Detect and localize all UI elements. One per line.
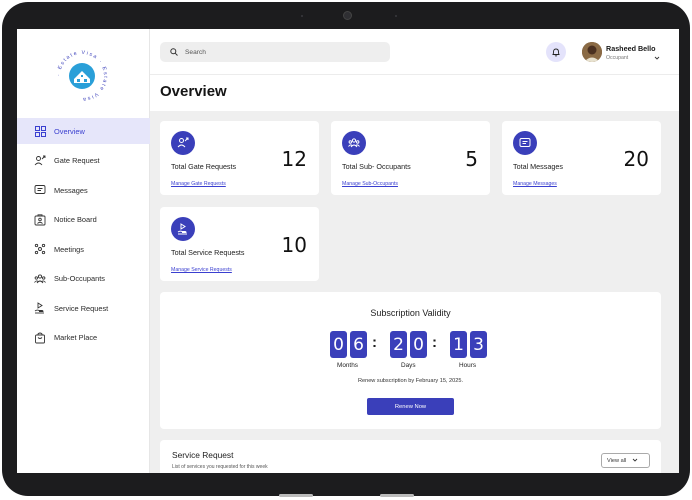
sidebar-item-label: Sub-Occupants	[54, 274, 105, 283]
section-subtitle: List of services you requested for this …	[172, 464, 268, 470]
manage-gate-requests-link[interactable]: Manage Gate Requests	[171, 181, 226, 187]
countdown-unit-months: Months	[337, 362, 358, 369]
service-icon	[171, 217, 195, 241]
chevron-down-icon	[632, 457, 638, 465]
renew-note: Renew subscription by February 15, 2025.	[357, 378, 464, 384]
sidebar: · Estate Visa · Estate Visa Overview Gat…	[17, 29, 150, 473]
service-icon	[34, 302, 46, 314]
sidebar-item-label: Gate Request	[54, 156, 100, 165]
user-name[interactable]: Rasheed Bello	[606, 44, 656, 53]
app-screen: · Estate Visa · Estate Visa Overview Gat…	[17, 29, 679, 473]
sensor-dot	[301, 15, 303, 17]
notification-bell-icon[interactable]	[546, 42, 566, 62]
sidebar-item-label: Market Place	[54, 333, 98, 342]
sidebar-nav: Overview Gate Request Messages Notice Bo…	[17, 118, 150, 354]
sidebar-item-label: Messages	[54, 185, 88, 195]
sidebar-item-label: Service Request	[54, 303, 109, 313]
group-icon	[342, 131, 366, 155]
subscription-title: Subscription Validity	[370, 308, 451, 318]
sidebar-item-messages[interactable]: Messages	[17, 177, 150, 203]
stat-card-service-requests: Total Service Requests Manage Service Re…	[160, 207, 319, 281]
shopping-bag-icon	[34, 332, 46, 344]
stat-title: Total Gate Requests	[171, 162, 237, 171]
manage-messages-link[interactable]: Manage Messages	[513, 181, 557, 187]
sidebar-item-meetings[interactable]: Meetings	[17, 236, 150, 262]
stat-value: 12	[281, 147, 307, 171]
search-input[interactable]: Search	[160, 42, 390, 62]
countdown-digit: 0	[330, 331, 347, 358]
subscription-validity-card: Subscription Validity 0 6 : 2 0 : 1 3 Mo…	[160, 292, 661, 429]
sidebar-item-label: Meetings	[54, 244, 84, 254]
countdown-digit: 2	[390, 331, 407, 358]
view-all-dropdown[interactable]: View all	[601, 453, 650, 468]
view-all-label: View all	[607, 457, 627, 464]
avatar[interactable]	[582, 42, 602, 62]
countdown-unit-days: Days	[401, 362, 416, 369]
tablet-device: · Estate Visa · Estate Visa Overview Gat…	[2, 2, 690, 496]
sidebar-item-market-place[interactable]: Market Place	[17, 325, 150, 351]
sidebar-item-sub-occupants[interactable]: Sub-Occupants	[17, 266, 150, 292]
sidebar-item-gate-request[interactable]: Gate Request	[17, 148, 150, 174]
search-icon	[170, 43, 178, 61]
countdown-digit: 1	[450, 331, 467, 358]
sensor-dot	[395, 15, 397, 17]
stat-title: Total Messages	[513, 162, 563, 171]
stat-value: 5	[465, 147, 478, 171]
page-frame: · Estate Visa · Estate Visa Overview Gat…	[0, 0, 692, 500]
sidebar-item-service-request[interactable]: Service Request	[17, 295, 150, 321]
search-placeholder: Search	[185, 48, 206, 56]
stat-card-gate-requests: Total Gate Requests Manage Gate Requests…	[160, 121, 319, 195]
chevron-down-icon[interactable]	[654, 48, 660, 66]
section-title: Service Request	[172, 450, 234, 460]
stat-title: Total Sub- Occupants	[342, 162, 411, 171]
estate-visa-logo[interactable]: · Estate Visa · Estate Visa	[55, 49, 109, 103]
page-title: Overview	[160, 83, 227, 100]
stat-value: 20	[623, 147, 649, 171]
manage-service-requests-link[interactable]: Manage Service Requests	[171, 267, 232, 273]
manage-sub-occupants-link[interactable]: Manage Sub-Occupants	[342, 181, 398, 187]
message-icon	[513, 131, 537, 155]
top-bar: Search Rasheed Bello Occupant	[150, 29, 679, 75]
user-arrow-icon	[171, 131, 195, 155]
device-foot	[279, 494, 313, 497]
user-role: Occupant	[606, 55, 629, 61]
stat-title: Total Service Requests	[171, 248, 245, 257]
meetings-icon	[34, 243, 46, 255]
sidebar-item-overview[interactable]: Overview	[17, 118, 150, 144]
sidebar-item-label: Notice Board	[54, 215, 97, 224]
stat-value: 10	[281, 233, 307, 257]
service-request-panel: Service Request List of services you req…	[160, 440, 661, 473]
grid-icon	[34, 125, 46, 137]
countdown-separator: :	[372, 334, 377, 351]
sidebar-item-notice-board[interactable]: Notice Board	[17, 207, 150, 233]
stat-card-sub-occupants: Total Sub- Occupants Manage Sub-Occupant…	[331, 121, 490, 195]
countdown-digit: 0	[410, 331, 427, 358]
sidebar-item-label: Overview	[54, 126, 85, 136]
countdown-unit-hours: Hours	[459, 362, 477, 369]
device-foot	[380, 494, 414, 497]
main-content: Search Rasheed Bello Occupant Overview T…	[150, 29, 679, 473]
stat-card-messages: Total Messages Manage Messages 20	[502, 121, 661, 195]
countdown-digit: 6	[350, 331, 367, 358]
camera-icon	[343, 11, 352, 20]
message-icon	[34, 184, 46, 196]
notice-board-icon	[34, 213, 46, 226]
renew-now-button[interactable]: Renew Now	[367, 398, 454, 415]
group-icon	[34, 273, 46, 285]
countdown-digit: 3	[470, 331, 487, 358]
countdown-separator: :	[432, 334, 437, 351]
page-header: Overview	[150, 75, 679, 111]
user-arrow-icon	[34, 155, 46, 167]
